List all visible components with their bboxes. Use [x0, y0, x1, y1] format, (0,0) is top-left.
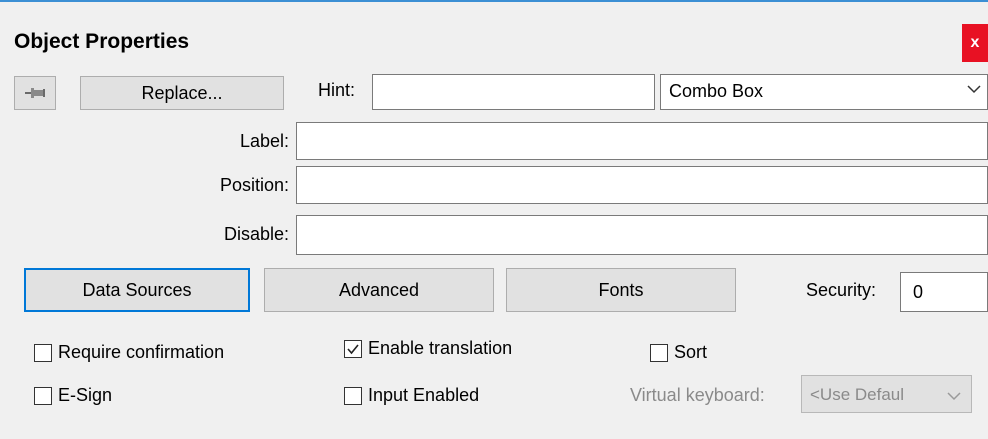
virtual-keyboard-value: <Use Defaul: [810, 385, 905, 404]
position-input[interactable]: [296, 166, 988, 204]
window-title: Object Properties: [14, 30, 190, 53]
fonts-label: Fonts: [598, 279, 644, 300]
checkbox-box: [34, 386, 52, 405]
checkbox-box: [650, 343, 668, 362]
close-button[interactable]: x: [962, 24, 988, 62]
security-value: 0: [913, 282, 924, 302]
sort-checkbox[interactable]: Sort: [650, 342, 707, 363]
label-input[interactable]: [296, 122, 988, 160]
object-type-select[interactable]: Combo Box: [660, 74, 988, 110]
input-enabled-label: Input Enabled: [368, 385, 480, 405]
security-input[interactable]: 0: [900, 272, 988, 312]
input-enabled-checkbox[interactable]: Input Enabled: [344, 385, 479, 406]
fonts-button[interactable]: Fonts: [506, 268, 736, 312]
position-field-label: Position:: [219, 175, 289, 195]
pin-icon: [24, 83, 46, 104]
close-icon: x: [970, 34, 980, 51]
virtual-keyboard-select[interactable]: <Use Defaul: [801, 375, 972, 413]
replace-button-label: Replace...: [141, 82, 223, 103]
checkbox-box: [344, 339, 362, 358]
checkbox-box: [344, 386, 362, 405]
advanced-button[interactable]: Advanced: [264, 268, 494, 312]
hint-label: Hint:: [318, 80, 356, 100]
chevron-down-icon: [965, 79, 983, 97]
replace-button[interactable]: Replace...: [80, 76, 284, 110]
advanced-label: Advanced: [338, 279, 420, 300]
enable-translation-label: Enable translation: [368, 338, 513, 358]
label-field-label: Label:: [239, 131, 289, 151]
enable-translation-checkbox[interactable]: Enable translation: [344, 338, 512, 359]
esign-checkbox[interactable]: E-Sign: [34, 385, 112, 406]
checkbox-box: [34, 343, 52, 362]
require-confirmation-label: Require confirmation: [58, 342, 225, 362]
esign-label: E-Sign: [58, 385, 113, 405]
title-bar: Object Properties x: [0, 2, 988, 62]
sort-label: Sort: [674, 342, 708, 362]
virtual-keyboard-label: Virtual keyboard:: [630, 385, 765, 405]
check-icon: [347, 343, 359, 354]
data-sources-label: Data Sources: [82, 279, 192, 300]
disable-input[interactable]: [296, 215, 988, 255]
object-type-value: Combo Box: [669, 81, 764, 101]
disable-field-label: Disable:: [223, 224, 289, 244]
data-sources-button[interactable]: Data Sources: [24, 268, 250, 312]
pin-button[interactable]: [14, 76, 56, 110]
require-confirmation-checkbox[interactable]: Require confirmation: [34, 342, 224, 363]
security-label: Security:: [806, 280, 877, 300]
chevron-down-icon: [945, 386, 963, 404]
hint-input[interactable]: [372, 74, 655, 110]
